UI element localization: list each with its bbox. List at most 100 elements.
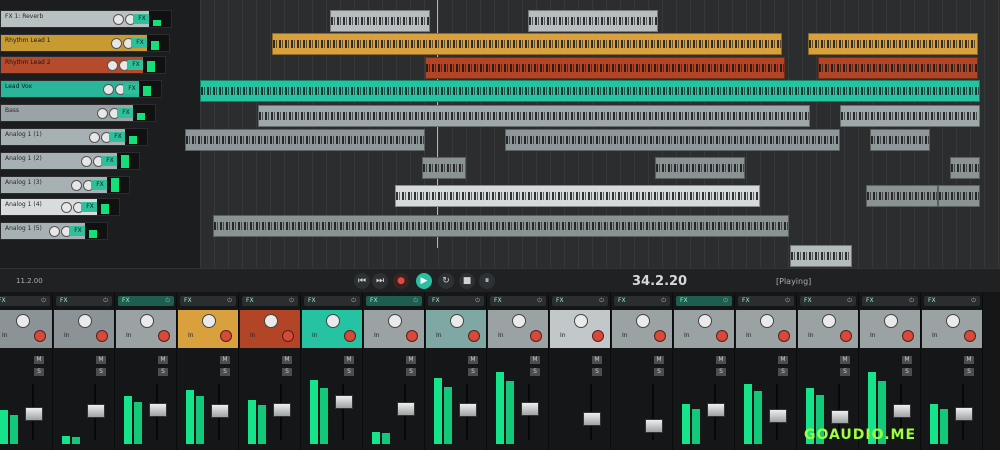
audio-clip[interactable] (185, 129, 425, 151)
volume-knob[interactable] (89, 132, 100, 143)
audio-clip[interactable] (950, 157, 980, 179)
volume-fader[interactable] (521, 402, 539, 416)
mute-button[interactable]: M (964, 356, 974, 364)
fx-slot[interactable]: FX ⏻ (614, 296, 670, 306)
input-label[interactable]: In (2, 332, 8, 339)
pan-knob[interactable] (388, 314, 402, 328)
stop-button[interactable]: ■ (459, 273, 475, 289)
volume-fader[interactable] (831, 410, 849, 424)
input-label[interactable]: In (188, 332, 194, 339)
audio-clip[interactable] (870, 129, 930, 151)
power-icon[interactable]: ⏻ (847, 297, 852, 305)
audio-clip[interactable] (840, 105, 980, 127)
audio-clip[interactable] (272, 33, 782, 55)
audio-clip[interactable] (505, 129, 840, 151)
volume-fader[interactable] (583, 412, 601, 426)
audio-clip[interactable] (258, 105, 810, 127)
mute-button[interactable]: M (840, 356, 850, 364)
input-label[interactable]: In (126, 332, 132, 339)
mute-button[interactable]: M (716, 356, 726, 364)
audio-clip[interactable] (422, 157, 466, 179)
solo-button[interactable]: S (34, 368, 44, 376)
audio-clip[interactable] (528, 10, 658, 32)
power-icon[interactable]: ⏻ (723, 297, 728, 305)
power-icon[interactable]: ⏻ (289, 297, 294, 305)
solo-button[interactable]: S (840, 368, 850, 376)
solo-button[interactable]: S (902, 368, 912, 376)
volume-knob[interactable] (103, 84, 114, 95)
pan-knob[interactable] (884, 314, 898, 328)
audio-clip[interactable] (395, 185, 760, 207)
input-label[interactable]: In (436, 332, 442, 339)
pan-knob[interactable] (512, 314, 526, 328)
mute-button[interactable]: M (902, 356, 912, 364)
audio-clip[interactable] (790, 245, 852, 267)
pan-knob[interactable] (326, 314, 340, 328)
pan-knob[interactable] (78, 314, 92, 328)
input-label[interactable]: In (684, 332, 690, 339)
volume-fader[interactable] (769, 409, 787, 423)
record-button[interactable]: ● (393, 273, 409, 289)
play-button[interactable]: ▶ (416, 273, 432, 289)
volume-fader[interactable] (955, 407, 973, 421)
input-label[interactable]: In (374, 332, 380, 339)
track-header[interactable]: Analog 1 (4) FX (0, 198, 120, 216)
power-icon[interactable]: ⏻ (475, 297, 480, 305)
solo-button[interactable]: S (282, 368, 292, 376)
pan-knob[interactable] (822, 314, 836, 328)
solo-button[interactable]: S (344, 368, 354, 376)
forward-button[interactable]: ⏭ (372, 273, 388, 289)
solo-button[interactable]: S (654, 368, 664, 376)
fx-slot[interactable]: FX ⏻ (490, 296, 546, 306)
input-label[interactable]: In (250, 332, 256, 339)
record-arm-button[interactable] (344, 330, 356, 342)
pause-button[interactable]: ⏸ (479, 273, 495, 289)
mute-button[interactable]: M (592, 356, 602, 364)
volume-fader[interactable] (87, 404, 105, 418)
fx-slot[interactable]: FX ⏻ (0, 296, 50, 306)
pan-knob[interactable] (16, 314, 30, 328)
audio-clip[interactable] (200, 80, 980, 102)
volume-fader[interactable] (645, 419, 663, 433)
record-arm-button[interactable] (654, 330, 666, 342)
fx-slot[interactable]: FX ⏻ (118, 296, 174, 306)
volume-fader[interactable] (893, 404, 911, 418)
volume-fader[interactable] (707, 403, 725, 417)
solo-button[interactable]: S (716, 368, 726, 376)
record-arm-button[interactable] (34, 330, 46, 342)
record-arm-button[interactable] (406, 330, 418, 342)
power-icon[interactable]: ⏻ (909, 297, 914, 305)
fx-slot[interactable]: FX ⏻ (428, 296, 484, 306)
pan-knob[interactable] (202, 314, 216, 328)
loop-button[interactable]: ↻ (438, 273, 454, 289)
fx-slot[interactable]: FX ⏻ (862, 296, 918, 306)
track-header[interactable]: Bass FX (0, 104, 156, 122)
fx-slot[interactable]: FX ⏻ (56, 296, 112, 306)
track-header[interactable]: FX 1: Reverb FX (0, 10, 172, 28)
volume-knob[interactable] (113, 14, 124, 25)
volume-fader[interactable] (149, 403, 167, 417)
track-header[interactable]: Rhythm Lead 1 FX (0, 34, 170, 52)
power-icon[interactable]: ⏻ (41, 297, 46, 305)
solo-button[interactable]: S (592, 368, 602, 376)
fx-slot[interactable]: FX ⏻ (304, 296, 360, 306)
input-label[interactable]: In (498, 332, 504, 339)
fx-slot[interactable]: FX ⏻ (180, 296, 236, 306)
volume-knob[interactable] (107, 60, 118, 71)
fx-slot[interactable]: FX ⏻ (366, 296, 422, 306)
record-arm-button[interactable] (716, 330, 728, 342)
input-label[interactable]: In (870, 332, 876, 339)
track-header[interactable]: Analog 1 (1) FX (0, 128, 148, 146)
solo-button[interactable]: S (530, 368, 540, 376)
pan-knob[interactable] (574, 314, 588, 328)
record-arm-button[interactable] (158, 330, 170, 342)
pan-knob[interactable] (636, 314, 650, 328)
pan-knob[interactable] (698, 314, 712, 328)
record-arm-button[interactable] (840, 330, 852, 342)
record-arm-button[interactable] (530, 330, 542, 342)
input-label[interactable]: In (808, 332, 814, 339)
volume-knob[interactable] (49, 226, 60, 237)
track-header[interactable]: Analog 1 (5) FX (0, 222, 108, 240)
mute-button[interactable]: M (654, 356, 664, 364)
audio-clip[interactable] (808, 33, 978, 55)
